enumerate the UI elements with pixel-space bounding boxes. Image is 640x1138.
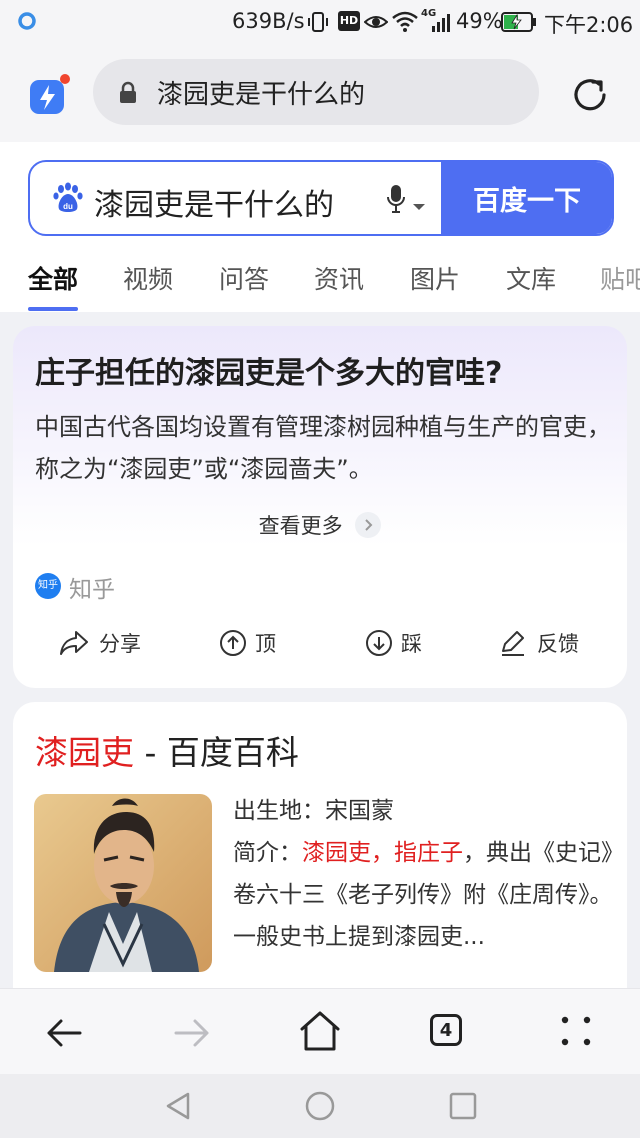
downvote-label: 踩: [401, 632, 422, 656]
nav-recents-icon[interactable]: [448, 1091, 478, 1125]
baidu-paw-icon: du: [52, 182, 84, 218]
see-more-link[interactable]: 查看更多: [13, 510, 627, 540]
pencil-icon: [499, 629, 527, 657]
upvote-label: 顶: [255, 632, 276, 656]
microphone-icon[interactable]: [386, 184, 406, 218]
tab-qa[interactable]: 问答: [219, 260, 269, 296]
upvote-button[interactable]: 顶: [219, 628, 276, 658]
answer-title[interactable]: 庄子担任的漆园吏是个多大的官哇?: [35, 348, 502, 392]
baike-title-highlight: 漆园吏: [35, 733, 134, 772]
search-header: du 漆园吏是干什么的 百度一下 全部 视频 问答 资讯 图片 文库 贴吧: [0, 142, 640, 312]
feedback-button[interactable]: 反馈: [499, 628, 579, 658]
search-tabs: 全部 视频 问答 资讯 图片 文库 贴吧: [0, 254, 640, 312]
app-status-icon: [17, 11, 37, 31]
search-box: du 漆园吏是干什么的 百度一下: [28, 160, 614, 236]
answer-actions: 分享 顶 踩 反馈: [13, 624, 627, 668]
tab-images[interactable]: 图片: [410, 260, 460, 296]
tab-video[interactable]: 视频: [123, 260, 173, 296]
search-input[interactable]: 漆园吏是干什么的: [94, 180, 334, 224]
birthplace-value: 宋国蒙: [325, 798, 394, 824]
arrow-down-circle-icon: [365, 629, 393, 657]
browser-logo-icon[interactable]: [28, 74, 72, 122]
tab-news[interactable]: 资讯: [314, 260, 364, 296]
back-arrow-icon[interactable]: [44, 1013, 84, 1057]
see-more-label: 查看更多: [258, 514, 343, 538]
answer-card[interactable]: 庄子担任的漆园吏是个多大的官哇? 中国古代各国均设置有管理漆树园种植与生产的官吏…: [13, 326, 627, 688]
intro-highlight: 漆园吏，指庄子: [302, 840, 463, 866]
wifi-icon: [392, 10, 418, 36]
downvote-button[interactable]: 踩: [365, 628, 422, 658]
tab-all[interactable]: 全部: [28, 260, 78, 296]
birthplace-label: 出生地：: [233, 798, 325, 824]
feedback-label: 反馈: [537, 632, 579, 656]
refresh-icon[interactable]: [569, 74, 611, 120]
share-icon: [59, 630, 89, 656]
tab-count: 4: [439, 1019, 453, 1041]
share-label: 分享: [99, 632, 141, 656]
eye-icon: [363, 11, 389, 37]
url-text: 漆园吏是干什么的: [157, 80, 366, 110]
clock: 下午2:06: [544, 13, 634, 37]
source-name: 知乎: [69, 577, 115, 603]
nav-home-icon[interactable]: [304, 1090, 336, 1126]
search-button[interactable]: 百度一下: [441, 162, 612, 234]
forward-arrow-icon[interactable]: [172, 1013, 212, 1057]
zhihu-badge: 知乎: [35, 573, 61, 599]
chevron-down-icon[interactable]: [412, 196, 426, 215]
url-field[interactable]: 漆园吏是干什么的: [93, 59, 539, 125]
arrow-up-circle-icon: [219, 629, 247, 657]
home-icon[interactable]: [298, 1009, 342, 1057]
birthplace-row: 出生地：宋国蒙: [233, 790, 613, 832]
intro-row: 简介：漆园吏，指庄子，典出《史记》卷六十三《老子列传》附《庄周传》。一般史书上提…: [233, 832, 613, 958]
hd-badge: HD: [338, 11, 360, 31]
tab-tieba[interactable]: 贴吧: [600, 260, 640, 296]
browser-address-bar: 漆园吏是干什么的: [0, 44, 640, 142]
nav-back-icon[interactable]: [162, 1090, 194, 1126]
share-button[interactable]: 分享: [59, 628, 141, 658]
system-nav-bar: [0, 1074, 640, 1138]
baike-title-rest: - 百度百科: [134, 733, 299, 772]
baidu-logo-text: du: [63, 202, 73, 211]
menu-dots-icon[interactable]: [560, 1015, 592, 1051]
network-speed: 639B/s: [232, 9, 305, 33]
status-bar: 639B/s HD 4G 49% 下午2:06: [0, 0, 640, 44]
tab-wenku[interactable]: 文库: [506, 260, 556, 296]
intro-label: 简介：: [233, 840, 302, 866]
baike-card[interactable]: 漆园吏 - 百度百科 出生地：宋国蒙 简介：漆园吏，指庄子，典出《史记》卷六十三…: [13, 702, 627, 1032]
battery-charging-icon: [501, 12, 537, 36]
active-tab-indicator: [28, 307, 78, 311]
vibrate-icon: [306, 10, 330, 38]
chevron-right-icon: [355, 512, 382, 538]
browser-toolbar: 4: [0, 988, 640, 1075]
signal-icon: [431, 11, 455, 37]
baike-info: 出生地：宋国蒙 简介：漆园吏，指庄子，典出《史记》卷六十三《老子列传》附《庄周传…: [233, 790, 613, 958]
portrait-image[interactable]: [34, 794, 212, 972]
lock-icon: [118, 81, 138, 109]
answer-body: 中国古代各国均设置有管理漆树园种植与生产的官吏，称之为“漆园吏”或“漆园啬夫”。: [35, 413, 611, 483]
battery-percent: 49%: [456, 9, 503, 33]
tabs-count-button[interactable]: 4: [430, 1014, 462, 1046]
baike-title[interactable]: 漆园吏 - 百度百科: [35, 726, 299, 774]
